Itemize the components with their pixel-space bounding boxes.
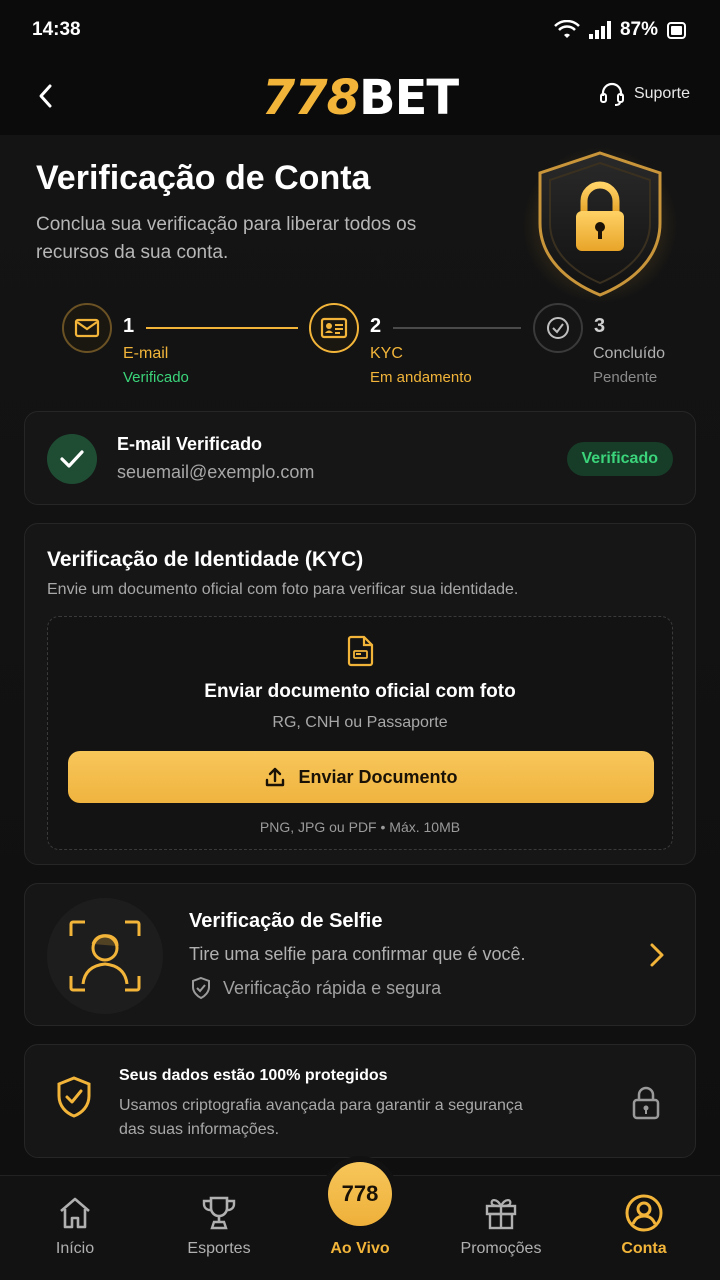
email-address: seuemail@exemplo.com xyxy=(117,462,315,482)
nav-item-conta[interactable]: Conta xyxy=(584,1176,704,1280)
wifi-icon xyxy=(554,20,580,38)
gift-icon xyxy=(485,1199,517,1230)
support-label: Suporte xyxy=(633,85,690,102)
nav-label-esportes: Esportes xyxy=(187,1240,251,1257)
step-1-circle xyxy=(62,303,112,353)
step-3-status: Pendente xyxy=(593,369,658,386)
selfie-security-note: Verificação rápida e segura xyxy=(189,976,441,1000)
nav-item-inicio[interactable]: Início xyxy=(15,1176,135,1280)
email-verified-card: E-mail Verificado seuemail@exemplo.com V… xyxy=(24,411,696,505)
document-dropzone[interactable]: Enviar documento oficial com foto RG, CN… xyxy=(47,616,673,850)
step-2-circle xyxy=(309,303,359,353)
step-2-status: Em andamento xyxy=(370,369,472,386)
step-3-circle xyxy=(533,303,583,353)
trophy-icon xyxy=(202,1196,236,1230)
page-title: Verificação de Conta xyxy=(36,159,371,197)
selfie-title: Verificação de Selfie xyxy=(189,910,383,932)
nav-label-inicio: Início xyxy=(55,1240,95,1257)
kyc-card: Verificação de Identidade (KYC) Envie um… xyxy=(24,523,696,865)
user-circle-icon xyxy=(625,1194,663,1232)
kyc-description: Envie um documento oficial com foto para… xyxy=(47,581,519,598)
lock-icon xyxy=(632,1086,660,1120)
app-header: 778BET Suporte xyxy=(0,60,720,135)
dropzone-subtitle: RG, CNH ou Passaporte xyxy=(272,714,448,731)
step-1-label: E-mail xyxy=(123,345,169,362)
battery-icon xyxy=(667,22,686,39)
shield-check-icon xyxy=(192,976,210,1000)
shield-check-icon xyxy=(57,1076,91,1118)
headset-icon xyxy=(599,82,624,106)
selfie-badge-label: Verificação rápida e segura xyxy=(223,977,442,998)
step-2-number: 2 xyxy=(370,315,382,337)
status-time: 14:38 xyxy=(32,19,81,40)
email-card-title: E-mail Verificado xyxy=(117,434,263,454)
main-content: Verificação de Conta Conclua sua verific… xyxy=(0,135,720,1175)
page-subtitle: Conclua sua verificação para liberar tod… xyxy=(36,214,417,263)
chevron-left-icon xyxy=(39,84,52,108)
shield-lock-icon xyxy=(522,147,678,303)
upload-button-label: Enviar Documento xyxy=(298,766,458,787)
back-button[interactable] xyxy=(28,78,64,114)
step-2-label: KYC xyxy=(370,345,403,362)
document-icon xyxy=(347,635,374,667)
selfie-description: Tire uma selfie para confirmar que é voc… xyxy=(189,944,526,964)
verified-badge: Verificado xyxy=(566,442,673,476)
kyc-title: Verificação de Identidade (KYC) xyxy=(47,548,364,571)
nav-item-esportes[interactable]: Esportes xyxy=(159,1176,279,1280)
nav-label-ao-vivo[interactable]: Ao Vivo xyxy=(300,1240,420,1258)
nav-item-promocoes[interactable]: Promoções xyxy=(441,1176,561,1280)
live-badge-button[interactable]: 778 xyxy=(328,1162,392,1226)
check-circle-icon xyxy=(547,317,569,339)
status-icons: 87% xyxy=(554,19,688,41)
nav-label-conta: Conta xyxy=(621,1240,667,1257)
step-1-connector xyxy=(146,327,298,329)
check-icon xyxy=(47,434,97,484)
logo-text: BET xyxy=(359,69,459,126)
signal-icon xyxy=(588,21,611,39)
chevron-right-icon xyxy=(650,943,664,967)
support-button[interactable]: Suporte xyxy=(598,80,690,108)
protection-description: Usamos criptografia avançada para garant… xyxy=(119,1097,523,1138)
selfie-verification-card[interactable]: Verificação de Selfie Tire uma selfie pa… xyxy=(24,883,696,1026)
face-scan-icon xyxy=(69,920,141,992)
upload-document-button[interactable]: Enviar Documento xyxy=(68,751,654,803)
step-1-number: 1 xyxy=(123,315,135,337)
logo-number: 778 xyxy=(261,69,360,126)
verification-stepper: 1 E-mail Verificado 2 KYC Em andamento 3… xyxy=(62,303,682,395)
upload-icon xyxy=(266,767,285,787)
file-format-note: PNG, JPG ou PDF • Máx. 10MB xyxy=(259,819,461,835)
bottom-navigation: Início Esportes 778 Ao Vivo Promoções Co… xyxy=(0,1162,720,1280)
selfie-avatar xyxy=(47,898,163,1014)
step-2-connector xyxy=(393,327,521,329)
step-3-label: Concluído xyxy=(593,345,666,362)
protection-title: Seus dados estão 100% protegidos xyxy=(119,1067,388,1084)
nav-label-promocoes: Promoções xyxy=(460,1240,542,1257)
dropzone-title: Enviar documento oficial com foto xyxy=(204,681,516,702)
id-card-icon xyxy=(320,317,348,339)
mail-icon xyxy=(74,318,100,338)
battery-percent: 87% xyxy=(619,19,658,40)
step-1-status: Verificado xyxy=(123,369,189,386)
step-3-number: 3 xyxy=(594,315,606,337)
home-icon xyxy=(60,1197,90,1229)
status-bar: 14:38 87% xyxy=(0,0,720,60)
brand-logo: 778BET xyxy=(262,74,459,122)
data-protection-card: Seus dados estão 100% protegidos Usamos … xyxy=(24,1044,696,1158)
